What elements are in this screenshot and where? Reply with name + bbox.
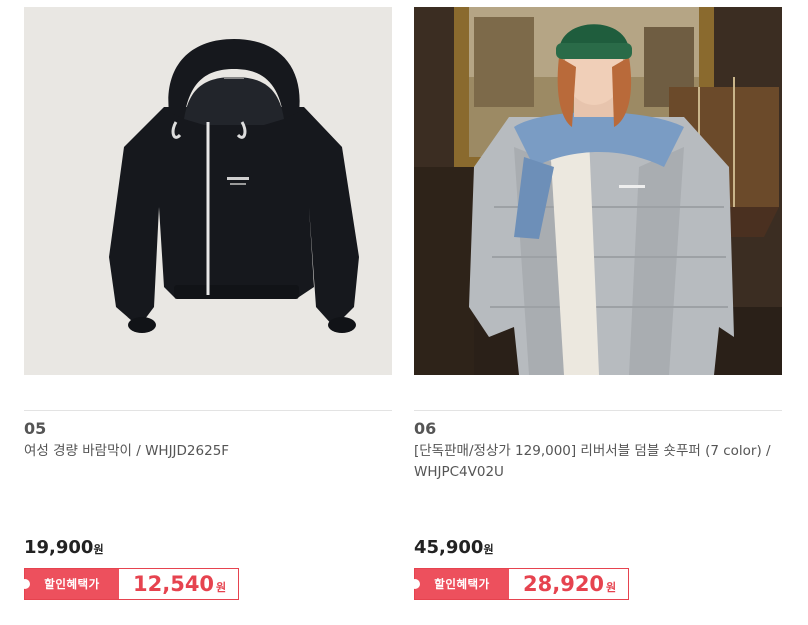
sale-price-value: 12,540 — [133, 572, 215, 596]
divider — [414, 410, 782, 411]
price-value: 45,900 — [414, 537, 484, 558]
discount-label-text: 할인혜택가 — [434, 577, 490, 591]
product-rank: 05 — [24, 419, 47, 438]
product-name[interactable]: [단독판매/정상가 129,000] 리버서블 덤블 숏푸퍼 (7 color)… — [414, 441, 774, 483]
sale-price-currency: 원 — [216, 581, 227, 594]
divider — [24, 410, 392, 411]
sale-price: 12,540 원 — [119, 569, 238, 599]
sale-price: 28,920 원 — [509, 569, 628, 599]
product-image-puffer[interactable] — [414, 7, 782, 375]
discount-label-text: 할인혜택가 — [44, 577, 100, 591]
sale-price-box: 할인혜택가 28,920 원 — [410, 568, 630, 600]
badge-notch — [410, 579, 420, 589]
price-currency: 원 — [93, 543, 104, 556]
discount-label-badge: 할인혜택가 — [20, 569, 119, 599]
sale-price-value: 28,920 — [523, 572, 605, 596]
sale-price-box: 할인혜택가 12,540 원 — [20, 568, 240, 600]
product-rank: 06 — [414, 419, 437, 438]
product-price: 45,900원 — [414, 537, 494, 558]
sale-price-currency: 원 — [606, 581, 617, 594]
product-price: 19,900원 — [24, 537, 104, 558]
product-name[interactable]: 여성 경량 바람막이 / WHJJD2625F — [24, 441, 384, 462]
product-card[interactable]: 06 [단독판매/정상가 129,000] 리버서블 덤블 숏푸퍼 (7 col… — [410, 7, 782, 600]
price-currency: 원 — [483, 543, 494, 556]
price-value: 19,900 — [24, 537, 94, 558]
product-card[interactable]: 05 여성 경량 바람막이 / WHJJD2625F 19,900원 할인혜택가… — [20, 7, 392, 600]
badge-notch — [20, 579, 30, 589]
product-image-windbreaker[interactable] — [24, 7, 392, 375]
discount-label-badge: 할인혜택가 — [410, 569, 509, 599]
